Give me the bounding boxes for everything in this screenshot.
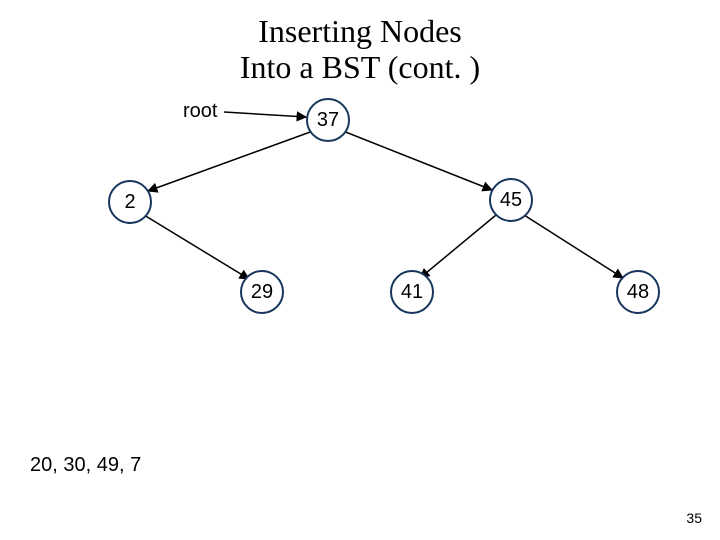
slide-title-line1: Inserting Nodes <box>0 14 720 49</box>
slide-title-line2: Into a BST (cont. ) <box>0 50 720 85</box>
page-number: 35 <box>686 510 702 526</box>
node-right-left: 41 <box>390 270 434 314</box>
node-right-right: 48 <box>616 270 660 314</box>
node-left-right: 29 <box>240 270 284 314</box>
node-value: 2 <box>124 191 135 214</box>
insertion-sequence: 20, 30, 49, 7 <box>30 454 141 477</box>
node-root: 37 <box>306 98 350 142</box>
root-label: root <box>183 100 217 123</box>
node-value: 29 <box>251 281 273 304</box>
node-value: 48 <box>627 281 649 304</box>
node-left: 2 <box>108 180 152 224</box>
node-value: 41 <box>401 281 423 304</box>
node-value: 45 <box>500 189 522 212</box>
node-value: 37 <box>317 109 339 132</box>
node-right: 45 <box>489 178 533 222</box>
